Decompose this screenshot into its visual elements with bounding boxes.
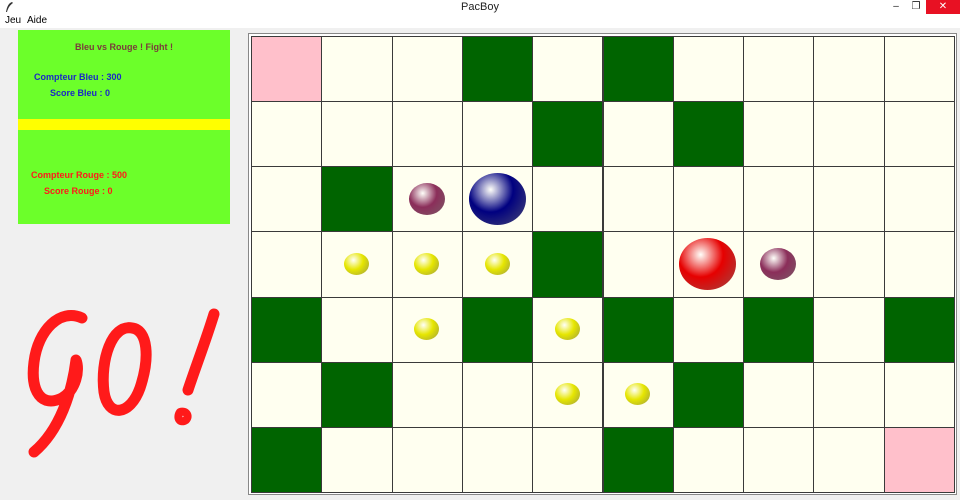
wall-cell: [321, 361, 393, 428]
floor-cell: [813, 231, 885, 298]
floor-cell: [461, 101, 534, 168]
game-board[interactable]: [251, 36, 955, 493]
floor-cell: [532, 166, 604, 233]
red-counter: Compteur Rouge : 500: [31, 170, 128, 180]
match-title: Bleu vs Rouge ! Fight !: [75, 42, 173, 52]
wall-cell: [602, 426, 674, 493]
floor-cell: [743, 36, 815, 103]
floor-cell: [602, 101, 674, 168]
floor-cell: [883, 231, 955, 298]
pellet: [554, 383, 580, 406]
wall-cell: [251, 296, 323, 363]
wall-cell: [602, 36, 674, 103]
floor-cell: [391, 101, 463, 168]
wall-cell: [532, 231, 604, 298]
score-panel: Bleu vs Rouge ! Fight ! Compteur Bleu : …: [18, 30, 230, 224]
go-graffiti: [27, 308, 220, 458]
wall-cell: [602, 296, 674, 363]
floor-cell: [251, 361, 323, 428]
pellet: [554, 318, 580, 341]
window-title: PacBoy: [461, 1, 499, 13]
close-button[interactable]: ✕: [926, 0, 960, 14]
floor-cell: [743, 361, 815, 428]
floor-cell: [602, 231, 674, 298]
floor-cell: [391, 426, 463, 493]
blue-player: [468, 172, 526, 225]
floor-cell: [321, 296, 393, 363]
floor-cell: [251, 101, 323, 168]
corner-cell: [251, 36, 323, 103]
pellet: [484, 253, 510, 275]
floor-cell: [391, 36, 463, 103]
red-score: Score Rouge : 0: [44, 186, 113, 196]
floor-cell: [883, 36, 955, 103]
floor-cell: [813, 426, 885, 493]
wall-cell: [321, 166, 393, 233]
floor-cell: [321, 36, 393, 103]
panel-divider: [18, 119, 230, 130]
wall-cell: [672, 101, 745, 168]
maximize-button[interactable]: ❐: [904, 0, 928, 14]
floor-cell: [813, 361, 885, 428]
floor-cell: [743, 166, 815, 233]
blue-score: Score Bleu : 0: [50, 88, 111, 98]
floor-cell: [743, 426, 815, 493]
floor-cell: [321, 426, 393, 493]
floor-cell: [813, 166, 885, 233]
floor-cell: [672, 426, 745, 493]
wall-cell: [532, 101, 604, 168]
floor-cell: [813, 101, 885, 168]
floor-cell: [602, 166, 674, 233]
menu-bar: Jeu Aide: [0, 14, 960, 28]
floor-cell: [813, 296, 885, 363]
bonus-orb: [760, 248, 797, 280]
blue-counter: Compteur Bleu : 300: [34, 72, 122, 82]
floor-cell: [532, 426, 604, 493]
wall-cell: [461, 296, 534, 363]
title-bar: PacBoy – ❐ ✕: [0, 0, 960, 14]
floor-cell: [883, 166, 955, 233]
floor-cell: [672, 296, 745, 363]
floor-cell: [883, 101, 955, 168]
wall-cell: [461, 36, 534, 103]
floor-cell: [672, 166, 745, 233]
floor-cell: [813, 36, 885, 103]
menu-aide[interactable]: Aide: [27, 15, 47, 26]
pellet: [343, 253, 369, 275]
bonus-orb: [408, 182, 445, 215]
floor-cell: [461, 361, 534, 428]
wall-cell: [672, 361, 745, 428]
corner-cell: [883, 426, 955, 493]
floor-cell: [883, 361, 955, 428]
floor-cell: [251, 166, 323, 233]
floor-cell: [532, 36, 604, 103]
floor-cell: [321, 101, 393, 168]
wall-cell: [883, 296, 955, 363]
menu-jeu[interactable]: Jeu: [5, 15, 21, 26]
floor-cell: [672, 36, 745, 103]
floor-cell: [391, 361, 463, 428]
floor-cell: [461, 426, 534, 493]
floor-cell: [743, 101, 815, 168]
wall-cell: [251, 426, 323, 493]
wall-cell: [743, 296, 815, 363]
floor-cell: [251, 231, 323, 298]
